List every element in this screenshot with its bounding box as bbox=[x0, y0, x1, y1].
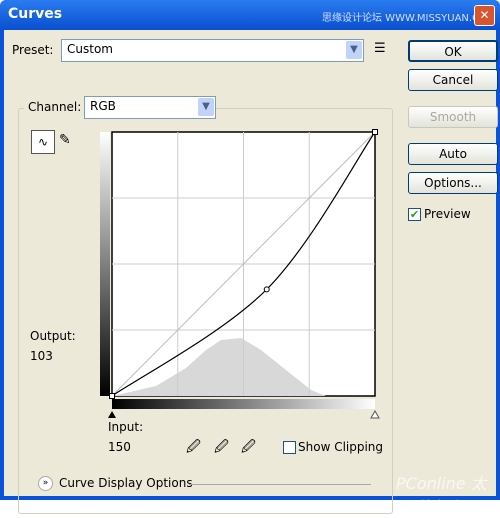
input-value[interactable]: 150 bbox=[108, 440, 131, 454]
checkmark-icon: ✔ bbox=[408, 207, 421, 221]
output-gradient-bar bbox=[100, 132, 110, 396]
dialog-title: Curves bbox=[8, 6, 63, 22]
close-button[interactable]: ✕ bbox=[474, 5, 495, 26]
curve-graph[interactable] bbox=[96, 100, 386, 420]
preview-label: Preview bbox=[424, 207, 471, 221]
gray-eyedropper-icon[interactable]: 🖉 bbox=[214, 436, 229, 460]
curve-point[interactable] bbox=[372, 129, 378, 135]
white-point-slider[interactable] bbox=[370, 409, 380, 419]
selected-curve-point[interactable] bbox=[263, 286, 270, 293]
input-label: Input: bbox=[108, 420, 144, 434]
input-gradient-bar bbox=[112, 399, 375, 409]
black-point-slider[interactable] bbox=[108, 411, 116, 418]
chevron-down-icon: ▼ bbox=[346, 41, 362, 59]
title-bar: Curves 思缘设计论坛 WWW.MISSYUAN.COM ✕ bbox=[0, 0, 500, 30]
dialog-body: Preset: Custom ▼ ☰ OK Cancel Smooth Auto … bbox=[4, 30, 498, 517]
cancel-button[interactable]: Cancel bbox=[408, 69, 498, 91]
curves-dialog: Curves 思缘设计论坛 WWW.MISSYUAN.COM ✕ Preset:… bbox=[0, 0, 500, 517]
list-menu-icon[interactable]: ☰ bbox=[374, 41, 386, 56]
output-label: Output: bbox=[30, 329, 76, 343]
smooth-button[interactable]: Smooth bbox=[408, 106, 498, 128]
preset-label: Preset: bbox=[12, 43, 54, 57]
expand-chevron-icon[interactable]: » bbox=[38, 476, 53, 491]
show-clipping-label: Show Clipping bbox=[298, 440, 384, 454]
checkbox-box bbox=[283, 440, 296, 454]
output-value[interactable]: 103 bbox=[30, 349, 53, 363]
pencil-icon[interactable]: ✎ bbox=[59, 132, 71, 148]
curve-tool-icon[interactable]: ∿ bbox=[31, 130, 55, 154]
show-clipping-checkbox[interactable]: Show Clipping bbox=[283, 440, 383, 454]
white-eyedropper-icon[interactable]: 🖉 bbox=[241, 436, 256, 460]
curve-display-options-label[interactable]: Curve Display Options bbox=[59, 476, 193, 490]
options-button[interactable]: Options... bbox=[408, 172, 498, 194]
ok-button[interactable]: OK bbox=[408, 40, 498, 62]
preset-value: Custom bbox=[67, 42, 113, 56]
preview-checkbox[interactable]: ✔ Preview bbox=[408, 207, 471, 221]
watermark: 思缘设计论坛 WWW.MISSYUAN.COM bbox=[322, 13, 496, 24]
divider bbox=[189, 484, 371, 485]
auto-button[interactable]: Auto bbox=[408, 143, 498, 165]
curve-point[interactable] bbox=[109, 393, 115, 399]
preset-select[interactable]: Custom ▼ bbox=[61, 39, 364, 62]
channel-label: Channel: bbox=[24, 100, 86, 114]
black-eyedropper-icon[interactable]: 🖉 bbox=[186, 436, 201, 460]
pconline-watermark: PConline 太平洋电脑网 bbox=[396, 474, 487, 517]
